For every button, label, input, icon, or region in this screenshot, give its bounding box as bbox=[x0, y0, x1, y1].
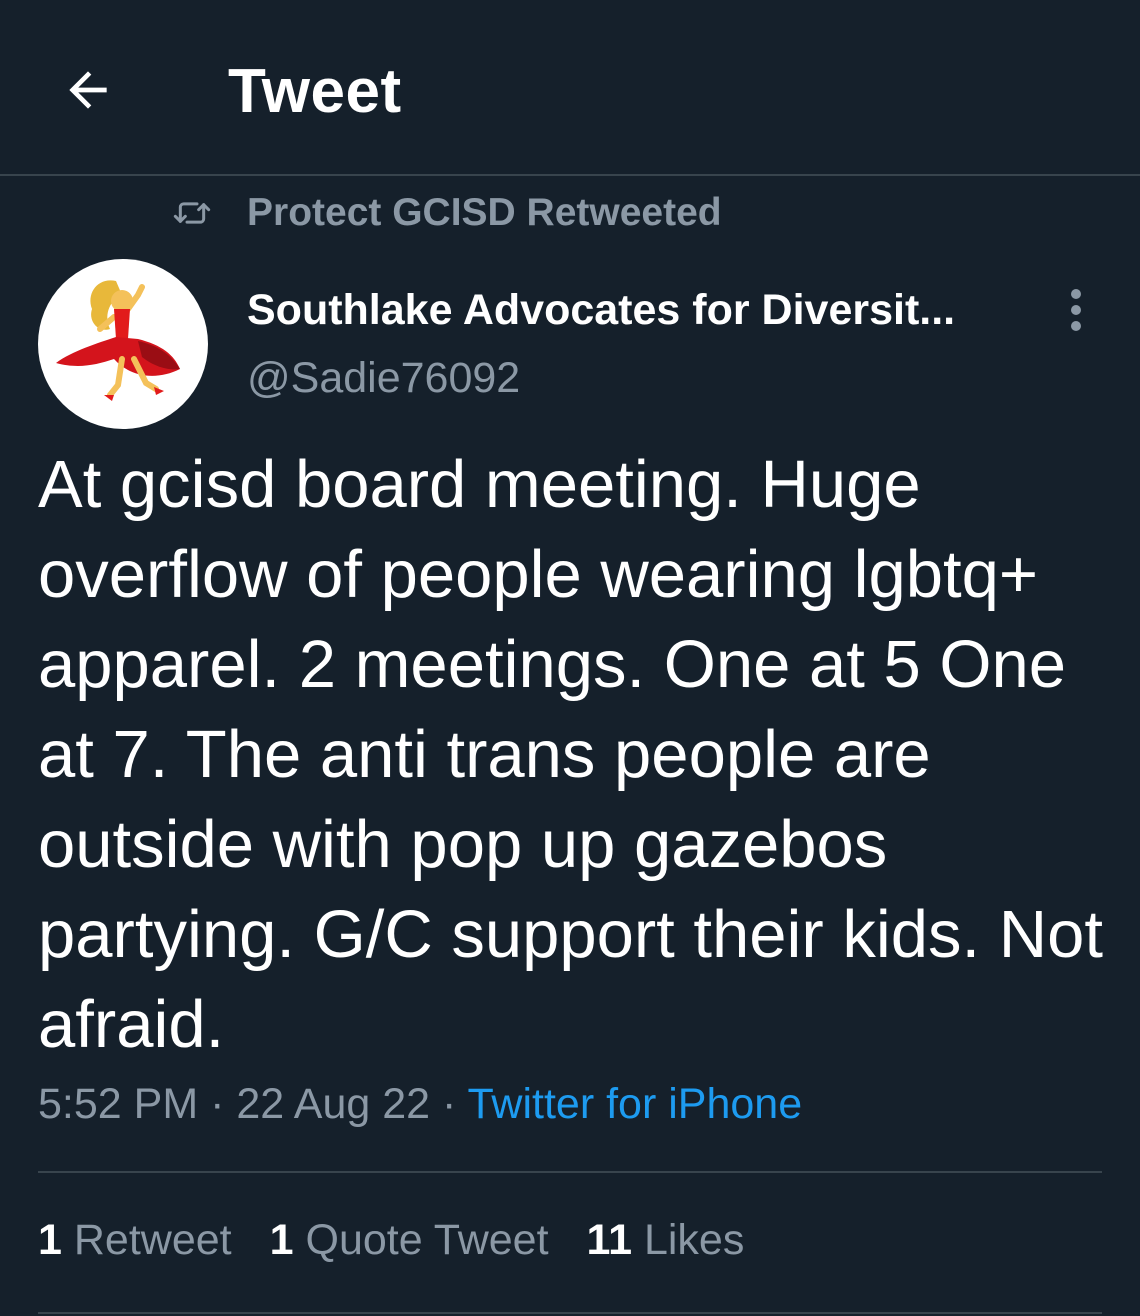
page-title: Tweet bbox=[228, 57, 402, 126]
likes-count: 11 bbox=[586, 1216, 632, 1264]
quote-tweets-label: Quote Tweet bbox=[305, 1216, 549, 1264]
avatar[interactable] bbox=[38, 259, 208, 429]
back-button[interactable] bbox=[56, 58, 120, 122]
arrow-left-icon bbox=[69, 71, 107, 109]
more-vertical-icon bbox=[1071, 289, 1081, 331]
tweet-date[interactable]: 22 Aug 22 bbox=[236, 1080, 430, 1128]
more-options-button[interactable] bbox=[1056, 286, 1096, 334]
likes-stat[interactable]: 11 Likes bbox=[587, 1216, 745, 1265]
retweets-stat[interactable]: 1 Retweet bbox=[38, 1216, 232, 1265]
engagement-stats: 1 Retweet 1 Quote Tweet 11 Likes bbox=[38, 1216, 782, 1265]
author-display-name[interactable]: Southlake Advocates for Diversit... bbox=[247, 286, 955, 335]
dancer-emoji-avatar bbox=[56, 280, 180, 401]
tweet-time[interactable]: 5:52 PM bbox=[38, 1080, 198, 1128]
quote-tweets-stat[interactable]: 1 Quote Tweet bbox=[270, 1216, 549, 1265]
quote-tweets-count: 1 bbox=[269, 1216, 294, 1264]
author-handle[interactable]: @Sadie76092 bbox=[247, 354, 520, 403]
retweets-count: 1 bbox=[38, 1216, 62, 1264]
meta-separator: · bbox=[210, 1080, 225, 1128]
divider bbox=[38, 1312, 1102, 1314]
tweet-text: At gcisd board meeting. Huge overflow of… bbox=[38, 447, 1103, 1062]
retweet-context-text: Protect GCISD Retweeted bbox=[247, 191, 722, 234]
likes-label: Likes bbox=[643, 1216, 745, 1264]
retweets-label: Retweet bbox=[73, 1216, 232, 1264]
meta-separator: · bbox=[442, 1080, 457, 1128]
divider bbox=[38, 1171, 1102, 1173]
retweet-context[interactable]: Protect GCISD Retweeted bbox=[170, 188, 722, 238]
tweet-metadata: 5:52 PM · 22 Aug 22 · Twitter for iPhone bbox=[38, 1080, 802, 1129]
retweet-icon bbox=[170, 191, 214, 235]
tweet-source-link[interactable]: Twitter for iPhone bbox=[468, 1080, 803, 1128]
top-bar: Tweet bbox=[0, 0, 1140, 176]
